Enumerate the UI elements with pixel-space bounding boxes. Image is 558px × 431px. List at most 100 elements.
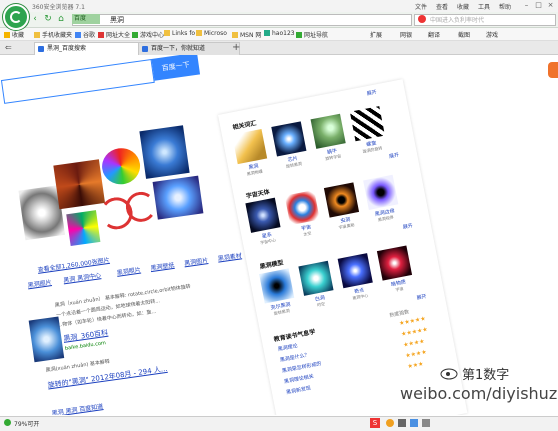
status-icon[interactable]: [398, 419, 406, 427]
related-image[interactable]: [298, 260, 334, 296]
game-icon: [132, 32, 138, 38]
related-image[interactable]: [310, 113, 346, 149]
rating-stars-icon: ★★★★: [402, 337, 426, 349]
result-link[interactable]: 黑洞 黑洞中心: [63, 270, 102, 284]
screenshot-button[interactable]: 截图: [458, 30, 470, 39]
translate-button[interactable]: 翻译: [428, 30, 440, 39]
result-link[interactable]: 黑洞图片: [184, 255, 209, 267]
fav-item[interactable]: 手机收藏夹: [34, 30, 72, 39]
menu-view[interactable]: 查看: [436, 2, 448, 11]
result-link[interactable]: 黑洞壁纸: [150, 260, 175, 272]
fav-item[interactable]: MSN 网: [232, 30, 261, 39]
minimize-icon[interactable]: –: [522, 1, 531, 9]
url-text: 黑洞: [110, 16, 124, 24]
expand-link[interactable]: 展开: [388, 151, 400, 160]
related-image[interactable]: [284, 190, 320, 226]
expand-link[interactable]: 展开: [402, 222, 413, 231]
result-image[interactable]: [99, 145, 143, 187]
result-link[interactable]: 黑洞图片: [27, 277, 52, 289]
site-icon: [264, 30, 270, 36]
result-link[interactable]: 黑洞素材: [217, 250, 242, 262]
rating-stars-icon: ★★★★★: [400, 325, 429, 339]
maximize-icon[interactable]: □: [534, 1, 543, 9]
section-title: 相关词汇: [232, 119, 257, 132]
status-bar: [0, 416, 558, 431]
watermark-text: weibo.com/diyishuzi: [400, 384, 558, 403]
sidebar-toggle-icon[interactable]: ⇐: [5, 43, 12, 52]
fav-item[interactable]: 谷歌: [75, 30, 95, 39]
watermark-top: 第1数字: [462, 368, 510, 383]
menu-favorites[interactable]: 收藏: [457, 2, 469, 11]
new-tab-icon[interactable]: +: [232, 42, 240, 53]
site-icon: [98, 32, 104, 38]
s-icon[interactable]: S: [370, 418, 380, 428]
rating-stars-icon: ★★★★: [404, 348, 428, 360]
browser-logo: [3, 4, 29, 30]
result-image[interactable]: [152, 175, 204, 220]
expand-link[interactable]: 展开: [416, 293, 427, 302]
security-icon: [4, 419, 11, 426]
related-image[interactable]: [259, 268, 295, 304]
menu-help[interactable]: 帮助: [499, 2, 511, 11]
result-search-input[interactable]: [0, 58, 155, 104]
related-image[interactable]: [363, 174, 399, 210]
zoom-status[interactable]: 79%可开: [14, 419, 39, 428]
folder-icon: [164, 30, 170, 36]
folder-icon: [196, 30, 202, 36]
related-image[interactable]: [245, 197, 281, 233]
related-image[interactable]: [349, 106, 385, 142]
status-icon[interactable]: [422, 419, 430, 427]
related-image[interactable]: [323, 182, 360, 218]
result-image[interactable]: [53, 159, 106, 210]
close-icon[interactable]: ×: [546, 1, 555, 9]
list-item[interactable]: 黑洞理论: [277, 342, 298, 353]
back-icon[interactable]: ‹: [30, 14, 40, 24]
search-results-page: 百度一下 查看全部1,260,000张图片 黑洞图片 黑洞 黑洞中心 黑洞照片 …: [0, 55, 280, 415]
related-image[interactable]: [271, 121, 307, 157]
result-image[interactable]: [139, 125, 190, 179]
search-engine-selector[interactable]: 百度: [72, 14, 100, 24]
tab-active[interactable]: 黑洞_百度搜索: [34, 42, 148, 55]
site-icon: [296, 32, 302, 38]
related-image[interactable]: [337, 253, 373, 289]
menu-tools[interactable]: 工具: [478, 2, 490, 11]
folder-icon: [34, 32, 40, 38]
search-engine-icon[interactable]: [418, 15, 426, 23]
tab-inactive[interactable]: 百度一下，你就知道: [138, 42, 240, 55]
games-button[interactable]: 游戏: [486, 30, 498, 39]
refresh-icon[interactable]: ↻: [43, 14, 53, 24]
fav-item[interactable]: Links fo: [164, 30, 195, 37]
bank-button[interactable]: 网银: [400, 30, 412, 39]
related-image[interactable]: [232, 128, 268, 165]
result-thumbnail[interactable]: [28, 316, 65, 363]
status-icon[interactable]: [410, 419, 418, 427]
section-title: 宇宙天体: [245, 188, 271, 201]
menu-file[interactable]: 文件: [415, 2, 427, 11]
fav-item[interactable]: 收藏: [4, 30, 24, 39]
list-header: 热度指数: [388, 309, 410, 319]
result-link[interactable]: 黑洞 黑洞 百度知道: [51, 401, 103, 415]
fav-item[interactable]: 网址导航: [296, 30, 328, 39]
app-title: 360安全浏览器 7.1: [32, 4, 85, 11]
fav-item[interactable]: Microso: [196, 30, 227, 37]
list-item[interactable]: 黑洞新发现: [286, 384, 312, 396]
related-image[interactable]: [376, 245, 413, 281]
folder-icon: [232, 32, 238, 38]
result-image[interactable]: [66, 210, 101, 247]
fav-item[interactable]: 游戏中心: [132, 30, 164, 39]
rating-stars-icon: ★★★★★: [398, 315, 427, 328]
extensions-button[interactable]: 扩展: [370, 30, 382, 39]
status-icon[interactable]: [386, 419, 394, 427]
fav-item[interactable]: hao123: [264, 30, 295, 37]
page-content: 百度一下 查看全部1,260,000张图片 黑洞图片 黑洞 黑洞中心 黑洞照片 …: [0, 55, 558, 415]
expand-link[interactable]: 展开: [366, 88, 377, 97]
side-panel-button[interactable]: [548, 62, 558, 78]
baidu-search-button[interactable]: 百度一下: [151, 55, 201, 81]
fav-item[interactable]: 网址大全: [98, 30, 130, 39]
list-title: 教育读书气息学: [273, 328, 316, 344]
section-title: 黑洞模型: [259, 259, 285, 271]
result-link[interactable]: 黑洞照片: [116, 265, 141, 277]
star-icon: [4, 32, 10, 38]
rating-stars-icon: ★★★: [406, 360, 425, 371]
home-icon[interactable]: ⌂: [56, 14, 66, 24]
